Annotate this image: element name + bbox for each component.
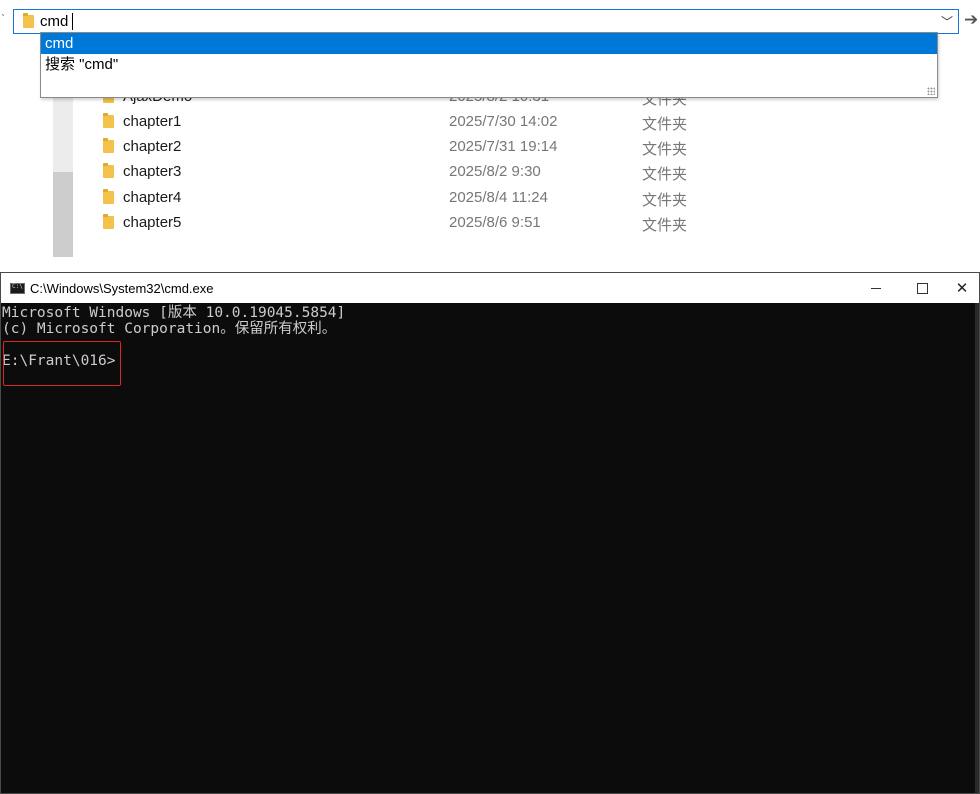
prompt-highlight-annotation <box>3 341 121 386</box>
list-item[interactable]: chapter1 2025/7/30 14:02 文件夹 <box>0 110 980 135</box>
list-item[interactable]: chapter2 2025/7/31 19:14 文件夹 <box>0 135 980 160</box>
folder-icon <box>103 214 114 229</box>
file-type: 文件夹 <box>642 166 688 183</box>
file-name: chapter3 <box>123 163 182 180</box>
suggestion-item-cmd[interactable]: cmd <box>41 33 937 54</box>
file-name: chapter5 <box>123 214 182 231</box>
file-date: 2025/8/2 9:30 <box>449 163 541 180</box>
cmd-titlebar[interactable]: C:\Windows\System32\cmd.exe ✕ <box>1 273 979 303</box>
arrow-right-icon[interactable]: ➔ <box>964 10 978 30</box>
file-type: 文件夹 <box>642 141 688 158</box>
resize-grip-icon[interactable] <box>927 87 935 95</box>
maximize-icon <box>916 282 928 294</box>
file-date: 2025/7/30 14:02 <box>449 113 558 130</box>
file-date: 2025/7/31 19:14 <box>449 138 558 155</box>
close-icon: ✕ <box>955 279 969 297</box>
list-item[interactable]: chapter5 2025/8/6 9:51 文件夹 <box>0 211 980 236</box>
file-type: 文件夹 <box>642 192 688 209</box>
list-item[interactable]: chapter4 2025/8/4 11:24 文件夹 <box>0 186 980 211</box>
file-name: chapter4 <box>123 189 182 206</box>
list-item[interactable]: chapter3 2025/8/2 9:30 文件夹 <box>0 160 980 185</box>
minimize-button[interactable] <box>853 273 899 303</box>
text-caret <box>72 13 73 30</box>
console-line: (c) Microsoft Corporation。保留所有权利。 <box>2 321 337 337</box>
file-type: 文件夹 <box>642 116 688 133</box>
close-button[interactable]: ✕ <box>945 273 979 303</box>
address-input[interactable] <box>40 12 920 31</box>
address-suggestion-dropdown: cmd 搜索 "cmd" <box>40 32 938 98</box>
address-bar[interactable]: ﹀ <box>13 9 959 34</box>
cmd-window: C:\Windows\System32\cmd.exe ✕ Microsoft … <box>0 272 980 794</box>
back-tick-icon[interactable]: ˋ <box>1 12 5 26</box>
file-date: 2025/8/4 11:24 <box>449 189 548 206</box>
suggestion-item-search[interactable]: 搜索 "cmd" <box>41 54 937 75</box>
file-explorer-window: ˋ ﹀ ➔ cmd 搜索 "cmd" AjaxDemo 2025/8/2 10:… <box>0 0 980 272</box>
folder-icon <box>23 13 34 28</box>
file-name: chapter1 <box>123 113 182 130</box>
file-date: 2025/8/6 9:51 <box>449 214 541 231</box>
minimize-icon <box>871 287 881 289</box>
chevron-down-icon[interactable]: ﹀ <box>941 13 953 30</box>
terminal-icon[interactable] <box>10 283 25 294</box>
console-line: Microsoft Windows [版本 10.0.19045.5854] <box>2 305 346 321</box>
folder-icon <box>103 138 114 153</box>
window-title: C:\Windows\System32\cmd.exe <box>30 281 214 296</box>
folder-icon <box>103 163 114 178</box>
maximize-button[interactable] <box>899 273 945 303</box>
folder-icon <box>103 189 114 204</box>
file-type: 文件夹 <box>642 217 688 234</box>
folder-icon <box>103 113 114 128</box>
console-output[interactable]: Microsoft Windows [版本 10.0.19045.5854] (… <box>1 303 975 793</box>
console-scrollbar[interactable] <box>975 303 979 793</box>
file-name: chapter2 <box>123 138 182 155</box>
